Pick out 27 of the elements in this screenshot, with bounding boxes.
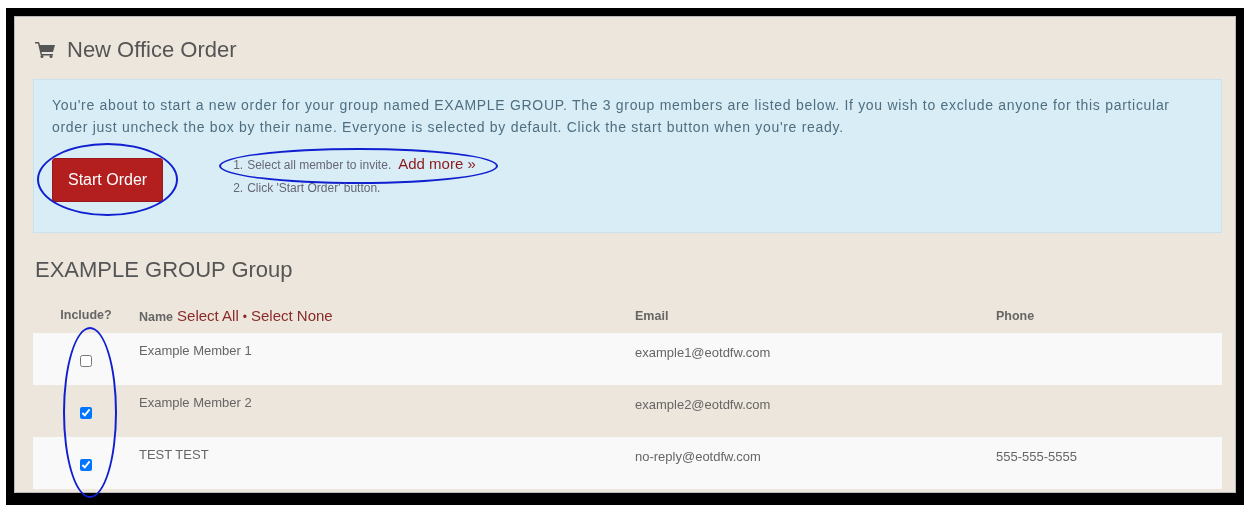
column-header: Include? xyxy=(60,308,112,322)
table-cell: Example Member 1 xyxy=(139,343,252,358)
add-more-link[interactable]: Add more » xyxy=(398,152,476,176)
table-cell: TEST TEST xyxy=(139,447,209,462)
column-header: Phone xyxy=(996,309,1035,323)
include-checkbox[interactable] xyxy=(80,355,92,367)
group-heading: EXAMPLE GROUP Group xyxy=(35,257,294,284)
column-header: Name xyxy=(139,309,174,324)
step-text: Select all member to invite. xyxy=(247,157,392,174)
select-none-link[interactable]: Select None xyxy=(250,306,333,324)
info-text: You're about to start a new order for your group named EXAMPLE GROUP. The 3 group members are listed below. If you wish to exclude anyone for this particular order just uncheck the box by their name. Everyone is selected by default. Click the start button when you're ready. xyxy=(52,96,1171,137)
include-checkbox[interactable] xyxy=(80,459,92,471)
cart-icon xyxy=(35,42,55,58)
separator-dot: • xyxy=(242,309,247,324)
start-order-button[interactable]: Start Order xyxy=(52,158,164,202)
step-number: 2. xyxy=(233,180,244,197)
select-all-link[interactable]: Select All xyxy=(177,306,239,324)
include-checkbox[interactable] xyxy=(80,407,92,419)
table-cell: 555-555-5555 xyxy=(996,449,1077,464)
column-header: Email xyxy=(635,309,669,323)
table-cell: example1@eotdfw.com xyxy=(635,345,771,360)
step-number: 1. xyxy=(233,157,244,174)
table-cell: example2@eotdfw.com xyxy=(635,397,771,412)
table-cell: no-reply@eotdfw.com xyxy=(635,449,761,464)
step-text: Click 'Start Order' button. xyxy=(247,180,381,197)
table-cell: Example Member 2 xyxy=(139,395,252,410)
page-title: New Office Order xyxy=(67,37,237,63)
